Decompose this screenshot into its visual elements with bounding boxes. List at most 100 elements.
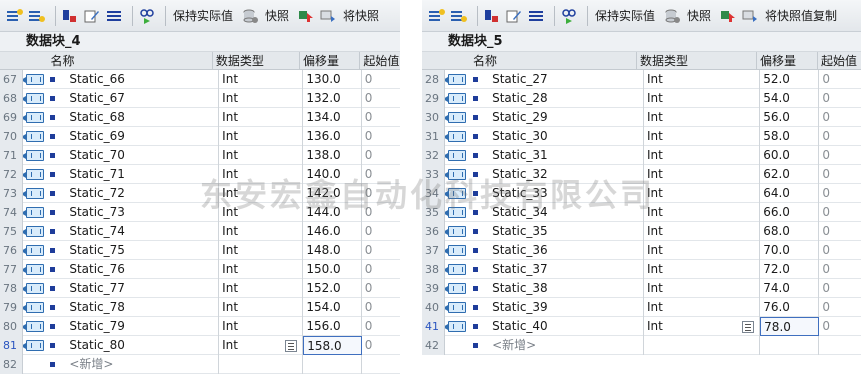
header-type[interactable]: 数据类型 — [213, 52, 300, 69]
add-new-row[interactable]: 42 <新增> — [422, 336, 861, 355]
table-row[interactable]: 75 Static_74 Int 146.0 0 — [0, 222, 400, 241]
cell-name[interactable]: Static_37 — [482, 260, 644, 279]
cell-offset[interactable]: 134.0 — [303, 108, 362, 127]
cell-offset[interactable]: 66.0 — [760, 203, 820, 222]
add-row-icon[interactable] — [28, 7, 46, 25]
table-row[interactable]: 74 Static_73 Int 144.0 0 — [0, 203, 400, 222]
table-row[interactable]: 31 Static_30 Int 58.0 0 — [422, 127, 861, 146]
cell-name[interactable]: Static_78 — [59, 298, 220, 317]
properties-icon[interactable] — [285, 340, 298, 352]
row-number[interactable]: 32 — [422, 146, 446, 165]
table-row[interactable]: 37 Static_36 Int 70.0 0 — [422, 241, 861, 260]
cell-name[interactable]: Static_76 — [59, 260, 220, 279]
cell-offset[interactable]: 52.0 — [760, 70, 820, 89]
cell-name[interactable]: Static_39 — [482, 298, 644, 317]
cell-name[interactable]: Static_75 — [59, 241, 220, 260]
cell-name[interactable]: Static_36 — [482, 241, 644, 260]
row-number[interactable]: 75 — [0, 222, 24, 241]
copy-snapshot-icon[interactable] — [297, 7, 315, 25]
cell-offset[interactable]: 78.0 — [742, 317, 820, 336]
row-number[interactable]: 70 — [0, 127, 24, 146]
cell-start-value[interactable]: 0 — [819, 70, 861, 89]
cell-name[interactable]: Static_79 — [59, 317, 220, 336]
row-number[interactable]: 71 — [0, 146, 24, 165]
row-number[interactable]: 74 — [0, 203, 24, 222]
cell-offset[interactable]: 140.0 — [303, 165, 362, 184]
cell-offset[interactable]: 58.0 — [760, 127, 820, 146]
add-row-icon[interactable] — [450, 7, 468, 25]
table-row[interactable]: 76 Static_75 Int 148.0 0 — [0, 241, 400, 260]
row-number[interactable]: 67 — [0, 70, 24, 89]
cell-offset[interactable]: 138.0 — [303, 146, 362, 165]
insert-row-icon[interactable] — [428, 7, 446, 25]
cell-name[interactable]: Static_30 — [482, 127, 644, 146]
cell-offset[interactable]: 130.0 — [303, 70, 362, 89]
cell-type[interactable]: Int — [219, 317, 304, 336]
cell-type[interactable]: Int — [644, 298, 761, 317]
cell-type[interactable]: Int — [644, 241, 761, 260]
copy-snapshot-icon[interactable] — [719, 7, 737, 25]
row-number[interactable]: 29 — [422, 89, 446, 108]
cell-type[interactable]: Int — [219, 298, 304, 317]
cell-offset[interactable]: 142.0 — [303, 184, 362, 203]
cell-name[interactable]: Static_73 — [59, 203, 220, 222]
cell-type[interactable]: Int — [219, 260, 304, 279]
cell-name[interactable]: Static_28 — [482, 89, 644, 108]
cell-name[interactable]: Static_70 — [59, 146, 220, 165]
cell-type[interactable]: Int — [219, 146, 304, 165]
cell-name[interactable]: Static_31 — [482, 146, 644, 165]
cell-start-value[interactable]: 0 — [819, 165, 861, 184]
cell-type[interactable]: Int — [644, 279, 761, 298]
cell-offset[interactable]: 60.0 — [760, 146, 820, 165]
row-number[interactable]: 35 — [422, 203, 446, 222]
cell-name[interactable]: Static_77 — [59, 279, 220, 298]
cell-name[interactable]: Static_38 — [482, 279, 644, 298]
row-number[interactable]: 37 — [422, 241, 446, 260]
row-number[interactable]: 78 — [0, 279, 24, 298]
row-number[interactable]: 69 — [0, 108, 24, 127]
cell-start-value[interactable]: 0 — [362, 89, 400, 108]
cell-name[interactable]: Static_40 — [482, 317, 644, 336]
add-new-row[interactable]: 82 <新增> — [0, 355, 400, 374]
header-name[interactable]: 名称 — [48, 52, 213, 69]
cell-offset[interactable]: 148.0 — [303, 241, 362, 260]
cell-offset[interactable]: 146.0 — [303, 222, 362, 241]
cell-type[interactable]: Int — [219, 70, 304, 89]
cell-offset[interactable]: 74.0 — [760, 279, 820, 298]
cell-offset[interactable]: 56.0 — [760, 108, 820, 127]
row-number[interactable]: 36 — [422, 222, 446, 241]
table-row[interactable]: 40 Static_39 Int 76.0 0 — [422, 298, 861, 317]
row-number[interactable]: 81 — [0, 336, 24, 355]
table-row[interactable]: 36 Static_35 Int 68.0 0 — [422, 222, 861, 241]
extend-icon[interactable] — [61, 7, 79, 25]
cell-type[interactable]: Int — [644, 127, 761, 146]
table-row[interactable]: 38 Static_37 Int 72.0 0 — [422, 260, 861, 279]
row-number[interactable]: 68 — [0, 89, 24, 108]
cell-start-value[interactable]: 0 — [819, 317, 861, 336]
table-row[interactable]: 71 Static_70 Int 138.0 0 — [0, 146, 400, 165]
table-row[interactable]: 79 Static_78 Int 154.0 0 — [0, 298, 400, 317]
cell-start-value[interactable]: 0 — [362, 298, 400, 317]
cell-start-value[interactable]: 0 — [362, 317, 400, 336]
list-icon[interactable] — [105, 7, 123, 25]
table-row[interactable]: 34 Static_33 Int 64.0 0 — [422, 184, 861, 203]
cell-type[interactable] — [219, 355, 304, 374]
cell-start-value[interactable]: 0 — [362, 184, 400, 203]
table-row[interactable]: 29 Static_28 Int 54.0 0 — [422, 89, 861, 108]
list-icon[interactable] — [527, 7, 545, 25]
snapshot-button[interactable]: 快照 — [685, 5, 713, 26]
table-row[interactable]: 32 Static_31 Int 60.0 0 — [422, 146, 861, 165]
cell-type[interactable]: Int — [219, 165, 304, 184]
cell-type[interactable]: Int — [644, 70, 761, 89]
cell-start-value[interactable]: 0 — [362, 146, 400, 165]
cell-type[interactable]: Int — [644, 146, 761, 165]
snapshot-icon[interactable] — [663, 7, 681, 25]
cell-offset[interactable]: 156.0 — [303, 317, 362, 336]
load-snapshot-icon[interactable] — [319, 7, 337, 25]
load-snapshot-icon[interactable] — [741, 7, 759, 25]
cell-start-value[interactable]: 0 — [362, 165, 400, 184]
row-number[interactable]: 33 — [422, 165, 446, 184]
cell-start-value[interactable]: 0 — [362, 260, 400, 279]
cell-start-value[interactable] — [819, 336, 861, 355]
cell-type[interactable]: Int — [644, 184, 761, 203]
